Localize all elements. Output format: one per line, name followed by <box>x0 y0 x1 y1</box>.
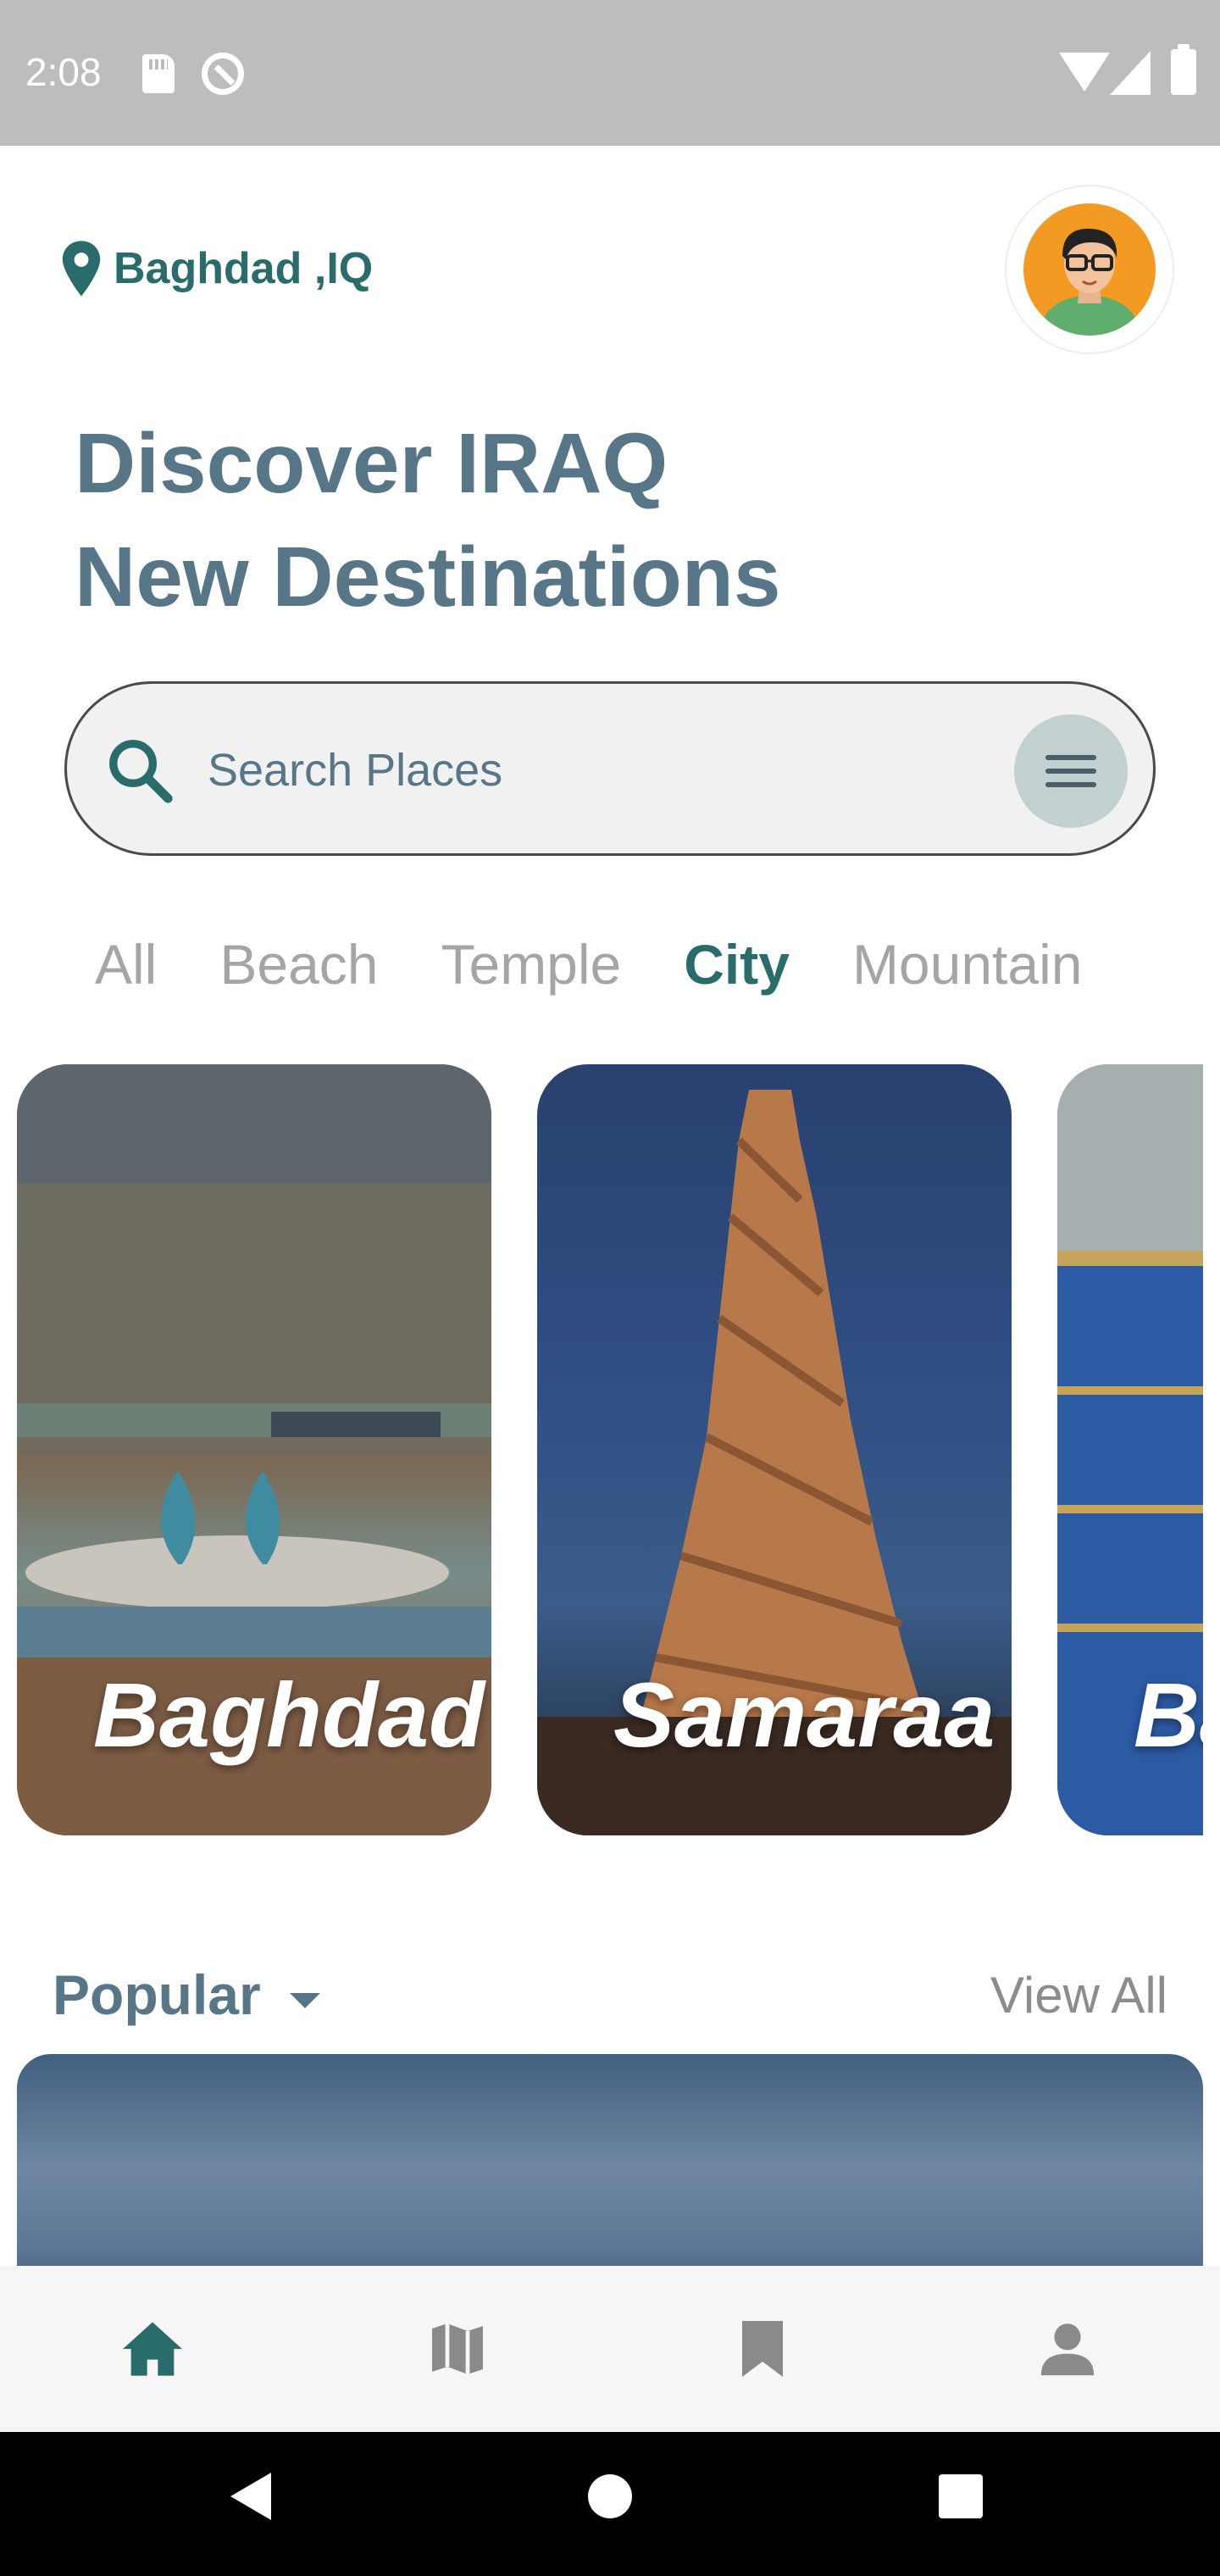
tab-beach[interactable]: Beach <box>219 932 378 997</box>
status-bar: 2:08 <box>0 0 1220 146</box>
location-pin-icon <box>62 241 101 297</box>
bottom-navigation <box>0 2266 1220 2432</box>
caret-down-icon <box>289 1993 320 2008</box>
nav-bookmarks[interactable] <box>729 2315 796 2383</box>
cell-signal-icon <box>1110 51 1151 95</box>
search-bar[interactable] <box>64 681 1156 856</box>
destination-card-samaraa[interactable]: Samaraa <box>537 1064 1012 1835</box>
headline-line-1: Discover IRAQ <box>75 416 668 511</box>
back-icon[interactable] <box>230 2473 271 2520</box>
destination-title: Samaraa <box>613 1663 995 1766</box>
headline-line-2: New Destinations <box>75 530 781 625</box>
destination-carousel[interactable]: Baghdad Samaraa Babylon <box>17 1064 1203 1835</box>
recent-apps-icon[interactable] <box>939 2474 983 2518</box>
nav-profile[interactable] <box>1034 2315 1101 2383</box>
destination-title: Baghdad <box>93 1663 485 1766</box>
nav-home[interactable] <box>119 2315 186 2383</box>
tab-mountain[interactable]: Mountain <box>852 932 1083 997</box>
home-button-icon[interactable] <box>588 2474 632 2518</box>
profile-icon <box>1040 2323 1095 2376</box>
avatar <box>1023 203 1156 336</box>
nav-map[interactable] <box>424 2315 491 2383</box>
search-input[interactable] <box>208 726 885 814</box>
system-navigation-bar <box>0 2432 1220 2576</box>
bookmark-icon <box>742 2321 783 2377</box>
view-all-link[interactable]: View All <box>990 1966 1167 2024</box>
avatar-illustration <box>1039 228 1140 336</box>
menu-icon-bar <box>1045 769 1096 774</box>
destination-card-baghdad[interactable]: Baghdad <box>17 1064 491 1835</box>
popular-dropdown[interactable]: Popular <box>53 1963 320 2027</box>
menu-icon-bar <box>1045 782 1096 787</box>
home-icon <box>123 2322 182 2376</box>
search-icon <box>109 740 173 803</box>
filter-menu-button[interactable] <box>1014 714 1128 828</box>
destination-card-babylon[interactable]: Babylon <box>1057 1064 1203 1835</box>
destination-title: Babylon <box>1134 1663 1203 1766</box>
battery-icon <box>1171 44 1196 95</box>
tab-all[interactable]: All <box>95 932 157 997</box>
tab-temple[interactable]: Temple <box>441 932 622 997</box>
category-tabs: All Beach Temple City Mountain <box>95 932 1145 997</box>
menu-icon-bar <box>1045 755 1096 760</box>
do-not-disturb-icon <box>202 53 244 95</box>
location-label: Baghdad ,IQ <box>114 244 374 293</box>
status-time: 2:08 <box>25 50 102 94</box>
sd-card-icon <box>142 54 175 93</box>
page-title: Discover IRAQ New Destinations <box>75 407 781 634</box>
popular-label: Popular <box>53 1963 261 2026</box>
profile-avatar-button[interactable] <box>1005 185 1174 354</box>
tab-city[interactable]: City <box>684 932 790 997</box>
location-selector[interactable]: Baghdad ,IQ <box>58 239 373 298</box>
map-icon <box>432 2323 483 2374</box>
wifi-icon <box>1059 53 1110 92</box>
